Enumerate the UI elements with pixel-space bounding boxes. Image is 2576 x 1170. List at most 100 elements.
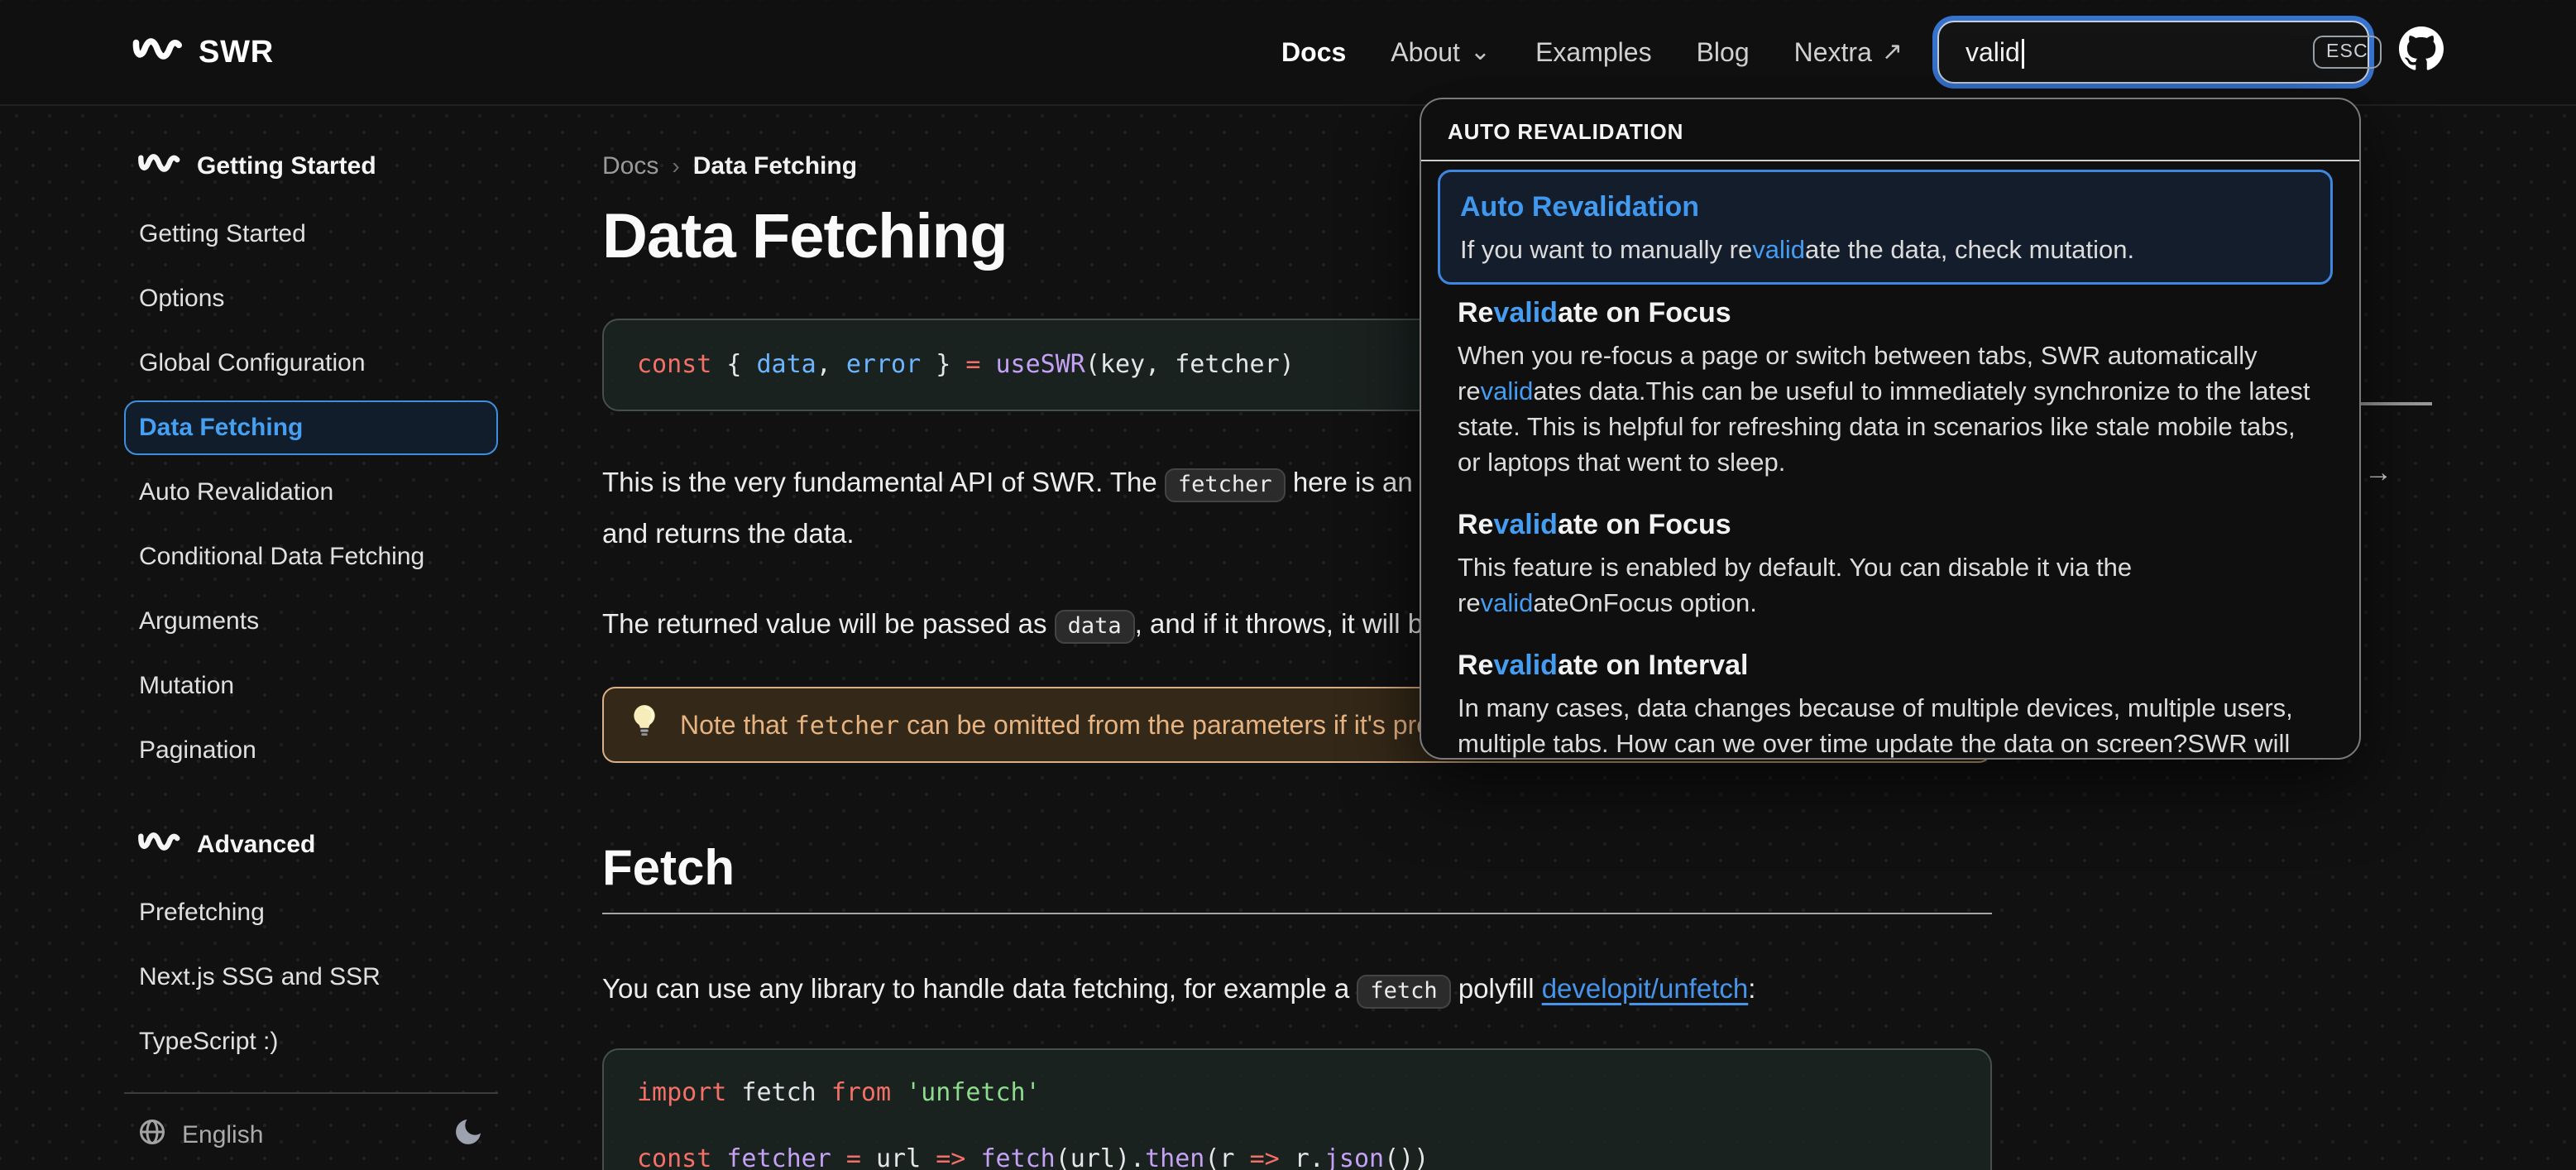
text-segment: ate the data, check mutation. [1805, 235, 2135, 264]
code-token: const [637, 350, 712, 379]
code-token: = [845, 1144, 861, 1170]
chevron-down-icon: ⌄ [1469, 38, 1491, 65]
breadcrumb-docs[interactable]: Docs [602, 152, 658, 180]
text-segment: ate on Focus [1557, 297, 1731, 328]
code-token: r. [1279, 1144, 1324, 1170]
nav-link-blog[interactable]: Blog [1697, 37, 1750, 68]
nav-link-nextra[interactable]: Nextra ↗ [1794, 37, 1903, 68]
search-result-excerpt: In many cases, data changes because of m… [1458, 690, 2313, 758]
nav-link-label: Docs [1281, 36, 1347, 67]
sidebar-section-title: Getting Started [124, 139, 498, 194]
sidebar-item-auto-revalidation[interactable]: Auto Revalidation [124, 465, 498, 520]
code-token: error [845, 350, 922, 379]
text-segment: ates data.This can be useful to immediat… [1458, 376, 2310, 477]
logo[interactable]: SWR [132, 35, 274, 70]
search-input[interactable] [1966, 36, 2313, 68]
sidebar-item-pagination[interactable]: Pagination [124, 723, 498, 778]
paragraph-fetch-library: You can use any library to handle data f… [602, 964, 1992, 1015]
code-token: useSWR [995, 350, 1085, 379]
nav-link-label: Examples [1535, 36, 1652, 67]
search-result-4[interactable]: Revalidate on Interval In many cases, dat… [1438, 645, 2333, 758]
sidebar-section: Advanced Prefetching Next.js SSG and SSR Ty… [124, 818, 498, 1069]
code-token: from [831, 1078, 892, 1107]
text-segment: In many cases, data changes because of m… [1458, 693, 2293, 758]
sidebar-item-conditional-data-fetching[interactable]: Conditional Data Fetching [124, 530, 498, 584]
sidebar-item-arguments[interactable]: Arguments [124, 594, 498, 649]
theme-toggle[interactable] [452, 1115, 485, 1155]
sidebar-section-label: Getting Started [197, 152, 376, 180]
swr-wave-icon [137, 830, 180, 860]
search-group-title: AUTO REVALIDATION [1421, 99, 2359, 161]
sidebar: Getting Started Getting Started Options Glo… [124, 106, 498, 1079]
code-token: json [1324, 1144, 1385, 1170]
text-cursor [2022, 39, 2024, 69]
code-token: } [921, 350, 966, 379]
nav-link-label: About [1391, 36, 1460, 67]
code-token: = [965, 350, 996, 379]
sidebar-item-options[interactable]: Options [124, 271, 498, 326]
navbar: SWR Docs About ⌄ Examples Blog Nextra ↗ ESC [0, 0, 2576, 106]
code-token: data [756, 350, 816, 379]
sidebar-item-global-configuration[interactable]: Global Configuration [124, 336, 498, 391]
match-highlight: valid [1493, 650, 1558, 681]
nav-link-about[interactable]: About ⌄ [1391, 37, 1491, 68]
sidebar-item-getting-started[interactable]: Getting Started [124, 207, 498, 261]
text-segment: polyfill [1450, 973, 1542, 1004]
code-token: then [1145, 1144, 1205, 1170]
sidebar-item-next-js-ssg-and-ssr[interactable]: Next.js SSG and SSR [124, 950, 498, 1005]
sidebar-item-data-fetching[interactable]: Data Fetching [124, 400, 498, 455]
text-segment: You can use any library to handle data f… [602, 973, 1357, 1004]
match-highlight: valid [1480, 376, 1534, 405]
moon-icon [452, 1120, 485, 1154]
nav-link-examples[interactable]: Examples [1535, 37, 1652, 68]
text-segment: Re [1458, 509, 1494, 540]
code-line: import fetch from 'unfetch' [637, 1076, 1957, 1110]
match-highlight: valid [1493, 297, 1558, 328]
breadcrumb-chevron-icon: › [672, 153, 680, 179]
search-result-excerpt: This feature is enabled by default. You … [1458, 549, 2313, 621]
github-icon [2399, 26, 2444, 78]
text-segment: Re [1458, 297, 1494, 328]
inline-link-unfetch[interactable]: developit/unfetch [1542, 973, 1749, 1004]
search-result-2[interactable]: Revalidate on Focus When you re-focus a p… [1438, 293, 2333, 480]
nav-link-label: Blog [1696, 36, 1750, 67]
inline-mono: fetcher [794, 711, 900, 741]
search-result-title: Revalidate on Interval [1458, 645, 2313, 685]
swr-wave-icon [137, 151, 180, 181]
nav-link-docs[interactable]: Docs [1281, 37, 1346, 68]
search-result-1[interactable]: Auto Revalidation If you want to manually… [1438, 170, 2333, 285]
code-token: (key, fetcher) [1085, 350, 1295, 379]
inline-code: fetcher [1164, 468, 1286, 502]
code-block-unfetch: import fetch from 'unfetch' const fetche… [602, 1048, 1992, 1170]
code-token: => [936, 1144, 966, 1170]
code-token: fetch [726, 1078, 831, 1107]
navbar-right: Docs About ⌄ Examples Blog Nextra ↗ ESC [1281, 21, 2444, 84]
sidebar-section: Getting Started Getting Started Options Glo… [124, 139, 498, 778]
match-highlight: valid [1568, 191, 1632, 223]
search-result-3[interactable]: Revalidate on Focus This feature is enabl… [1438, 505, 2333, 621]
language-select[interactable]: English [137, 1117, 263, 1153]
sidebar-item-mutation[interactable]: Mutation [124, 659, 498, 713]
code-token: fetcher [726, 1144, 831, 1170]
code-token: (url). [1055, 1144, 1146, 1170]
sidebar-section-title: Advanced [124, 818, 498, 872]
github-link[interactable] [2399, 26, 2444, 78]
text-segment: ate on Focus [1557, 509, 1731, 540]
fetch-heading: Fetch [602, 840, 735, 895]
text-segment: The returned value will be passed as [602, 608, 1055, 639]
sidebar-footer: English [124, 1092, 498, 1155]
search-result-excerpt: When you re-focus a page or switch betwe… [1458, 338, 2313, 480]
heading-rule [602, 913, 1992, 914]
inline-code: data [1054, 610, 1135, 644]
sidebar-item-prefetching[interactable]: Prefetching [124, 885, 498, 940]
code-token: const [637, 1144, 712, 1170]
text-segment: Re [1458, 650, 1494, 681]
search-results-list: Auto Revalidation If you want to manually… [1421, 161, 2359, 758]
search-box[interactable]: ESC [1937, 21, 2382, 84]
sidebar-item-typescript[interactable]: TypeScript :) [124, 1014, 498, 1069]
globe-icon [137, 1117, 167, 1153]
